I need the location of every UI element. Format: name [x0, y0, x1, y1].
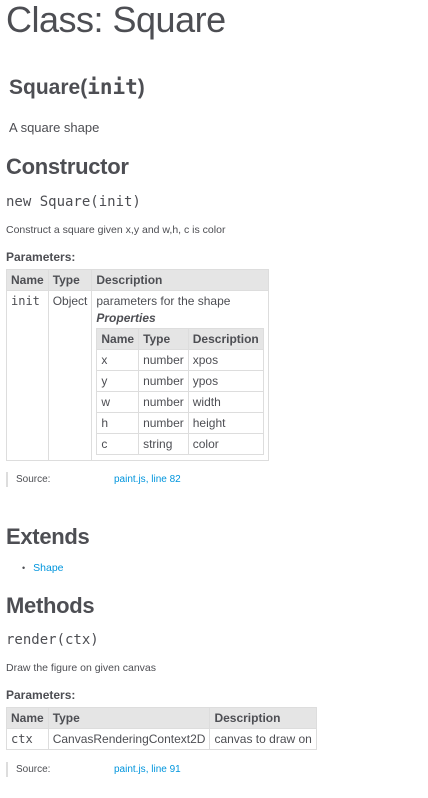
prop-description: width [187, 391, 264, 413]
table-row: ctx CanvasRenderingContext2D canvas to d… [6, 728, 317, 750]
source-label: Source: [16, 474, 51, 485]
col-name: Name [6, 707, 49, 729]
prop-description: height [187, 412, 264, 434]
source-file-link[interactable]: paint.js [114, 474, 146, 485]
constructor-params-table: Name Type Description init Object parame… [6, 269, 269, 461]
col-description: Description [209, 707, 317, 729]
extends-heading: Extends [6, 524, 90, 549]
prop-description: ypos [187, 370, 264, 392]
constructor-params-heading: Parameters: [6, 250, 76, 264]
constructor-signature: new Square(init) [6, 194, 141, 210]
prop-name: x [96, 349, 140, 371]
prop-description: xpos [187, 349, 264, 371]
table-row: h number height [96, 412, 264, 434]
constructor-description: Construct a square given x,y and w,h, c … [6, 224, 226, 236]
method-signature: render(ctx) [6, 632, 99, 648]
prop-name: w [96, 391, 140, 413]
param-name: ctx [6, 728, 49, 750]
prop-type: number [138, 412, 189, 434]
table-header-row: Name Type Description [6, 269, 269, 291]
table-row: x number xpos [96, 349, 264, 371]
properties-table: Name Type Description x number xpos y nu… [96, 328, 264, 455]
param-name: init [6, 290, 49, 461]
signature-close: ) [137, 76, 145, 99]
prop-type: number [138, 370, 189, 392]
method-source: Source: paint.js, line 91 [6, 762, 316, 777]
class-arg: init [87, 75, 138, 99]
prop-type: number [138, 391, 189, 413]
table-row: y number ypos [96, 370, 264, 392]
class-name: Square [9, 76, 81, 99]
col-type: Type [138, 328, 189, 350]
prop-name: h [96, 412, 140, 434]
source-line-link[interactable]: line 91 [151, 764, 180, 775]
col-description: Description [187, 328, 264, 350]
source-line-link[interactable]: line 82 [151, 474, 180, 485]
col-description: Description [91, 269, 269, 291]
prop-type: string [138, 433, 189, 455]
table-header-row: Name Type Description [96, 328, 264, 350]
methods-heading: Methods [6, 593, 95, 618]
extends-shape-link[interactable]: Shape [33, 562, 63, 574]
param-description-cell: parameters for the shape Properties Name… [91, 290, 269, 461]
source-label: Source: [16, 764, 51, 775]
col-name: Name [96, 328, 140, 350]
param-type: CanvasRenderingContext2D [47, 728, 211, 750]
prop-type: number [138, 349, 189, 371]
table-row: w number width [96, 391, 264, 413]
col-name: Name [6, 269, 49, 291]
page-title: Class: Square [6, 0, 226, 40]
constructor-source: Source: paint.js, line 82 [6, 472, 316, 487]
col-type: Type [47, 707, 211, 729]
method-params-table: Name Type Description ctx CanvasRenderin… [6, 707, 317, 750]
param-description: parameters for the shape [96, 294, 231, 308]
list-item: Shape [22, 562, 63, 574]
col-type: Type [47, 269, 93, 291]
param-type: Object [47, 290, 93, 461]
properties-label: Properties [96, 311, 156, 325]
source-file-link[interactable]: paint.js [114, 764, 146, 775]
table-row: c string color [96, 433, 264, 455]
constructor-heading: Constructor [6, 154, 129, 179]
prop-description: color [187, 433, 264, 455]
table-row: init Object parameters for the shape Pro… [6, 290, 269, 461]
prop-name: c [96, 433, 140, 455]
param-description: canvas to draw on [209, 728, 317, 750]
method-params-heading: Parameters: [6, 688, 76, 702]
method-description: Draw the figure on given canvas [6, 662, 156, 674]
table-header-row: Name Type Description [6, 707, 317, 729]
prop-name: y [96, 370, 140, 392]
extends-list: Shape [22, 562, 63, 574]
class-description: A square shape [9, 120, 100, 135]
class-signature: Square(init) [9, 74, 145, 101]
